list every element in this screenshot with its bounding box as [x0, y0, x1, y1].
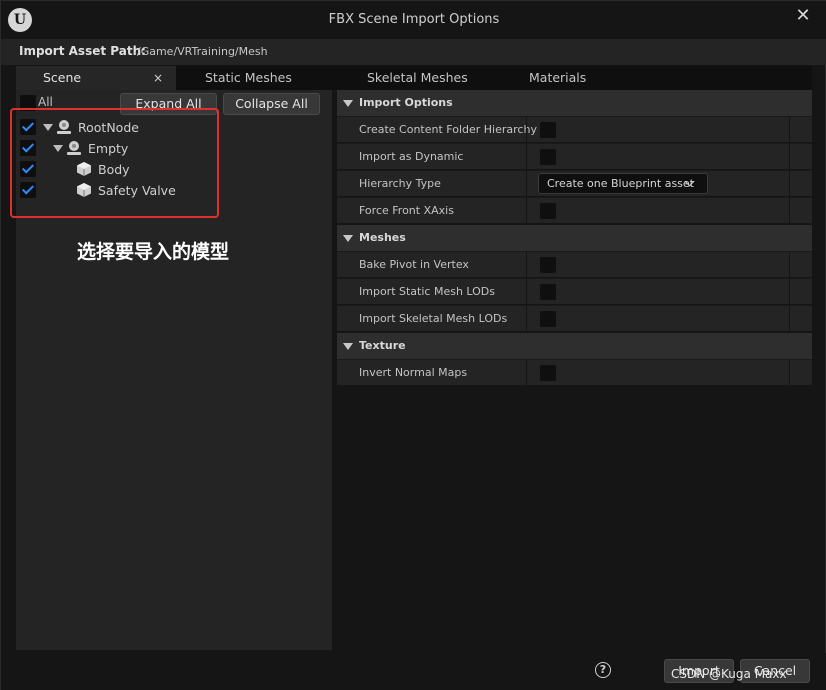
collapse-arrow-icon[interactable]: [343, 100, 353, 107]
prop-label: Bake Pivot in Vertex: [359, 258, 469, 271]
column-divider[interactable]: [526, 252, 527, 278]
column-divider[interactable]: [526, 171, 527, 197]
prop-checkbox[interactable]: [540, 122, 556, 138]
column-divider[interactable]: [526, 117, 527, 143]
column-divider[interactable]: [526, 144, 527, 170]
title-bar: U FBX Scene Import Options ✕: [1, 1, 826, 39]
annotation-highlight-box: [10, 108, 219, 218]
prop-hierarchy-type: Hierarchy Type Create one Blueprint asse…: [337, 170, 812, 197]
tab-bar: Scene × Static Meshes Skeletal Meshes Ma…: [16, 66, 812, 90]
import-path-label: Import Asset Path:: [19, 44, 146, 58]
column-divider[interactable]: [526, 279, 527, 305]
prop-import-static-mesh-lods: Import Static Mesh LODs: [337, 278, 812, 305]
column-divider[interactable]: [526, 306, 527, 332]
import-path-row: Import Asset Path: /Game/VRTraining/Mesh: [1, 39, 826, 65]
prop-label: Import Skeletal Mesh LODs: [359, 312, 508, 325]
prop-label: Import as Dynamic: [359, 150, 464, 163]
details-panel: Import Options Create Content Folder Hie…: [337, 90, 812, 650]
column-divider: [789, 144, 790, 170]
prop-checkbox[interactable]: [540, 203, 556, 219]
column-divider: [789, 171, 790, 197]
section-title: Import Options: [359, 96, 453, 109]
prop-checkbox[interactable]: [540, 365, 556, 381]
prop-invert-normal-maps: Invert Normal Maps: [337, 359, 812, 386]
tab-scene-label: Scene: [43, 70, 82, 85]
prop-label: Import Static Mesh LODs: [359, 285, 496, 298]
column-divider: [789, 306, 790, 332]
prop-bake-pivot-in-vertex: Bake Pivot in Vertex: [337, 251, 812, 278]
tab-skeletal-meshes[interactable]: Skeletal Meshes: [367, 66, 497, 90]
column-divider[interactable]: [526, 198, 527, 224]
prop-checkbox[interactable]: [540, 149, 556, 165]
section-import-options[interactable]: Import Options: [337, 90, 812, 116]
section-meshes[interactable]: Meshes: [337, 225, 812, 251]
prop-force-front-xaxis: Force Front XAxis: [337, 197, 812, 224]
import-options-window: U FBX Scene Import Options ✕ Import Asse…: [0, 0, 826, 690]
hierarchy-type-dropdown[interactable]: Create one Blueprint asset: [538, 173, 708, 194]
prop-label: Create Content Folder Hierarchy: [359, 123, 537, 136]
prop-label: Force Front XAxis: [359, 204, 454, 217]
column-divider: [789, 279, 790, 305]
prop-label: Invert Normal Maps: [359, 366, 468, 379]
prop-checkbox[interactable]: [540, 257, 556, 273]
annotation-text: 选择要导入的模型: [77, 241, 230, 263]
collapse-arrow-icon[interactable]: [343, 235, 353, 242]
tab-scene[interactable]: Scene ×: [16, 66, 176, 90]
prop-label: Hierarchy Type: [359, 177, 441, 190]
section-texture[interactable]: Texture: [337, 333, 812, 359]
watermark-text: CSDN @Kuga Maxx: [671, 667, 787, 681]
window-title: FBX Scene Import Options: [328, 12, 500, 27]
column-divider: [789, 198, 790, 224]
dropdown-value: Create one Blueprint asset: [547, 177, 694, 190]
import-path-value: /Game/VRTraining/Mesh: [137, 45, 268, 58]
column-divider: [789, 252, 790, 278]
collapse-all-button[interactable]: Collapse All: [223, 93, 320, 115]
dialog-footer: ? Import Cancel CSDN @Kuga Maxx: [1, 653, 826, 690]
prop-import-skeletal-mesh-lods: Import Skeletal Mesh LODs: [337, 305, 812, 332]
section-title: Texture: [359, 339, 406, 352]
collapse-arrow-icon[interactable]: [343, 343, 353, 350]
close-icon[interactable]: ✕: [793, 6, 813, 26]
prop-create-content-folder-hierarchy: Create Content Folder Hierarchy: [337, 116, 812, 143]
select-all-label: All: [38, 95, 53, 109]
section-title: Meshes: [359, 231, 406, 244]
tab-static-meshes[interactable]: Static Meshes: [205, 66, 325, 90]
tab-materials[interactable]: Materials: [529, 66, 629, 90]
column-divider: [789, 360, 790, 386]
help-icon[interactable]: ?: [595, 662, 611, 678]
prop-import-as-dynamic: Import as Dynamic: [337, 143, 812, 170]
column-divider[interactable]: [526, 360, 527, 386]
prop-checkbox[interactable]: [540, 284, 556, 300]
tab-close-icon[interactable]: ×: [153, 66, 163, 90]
prop-checkbox[interactable]: [540, 311, 556, 327]
column-divider: [789, 117, 790, 143]
